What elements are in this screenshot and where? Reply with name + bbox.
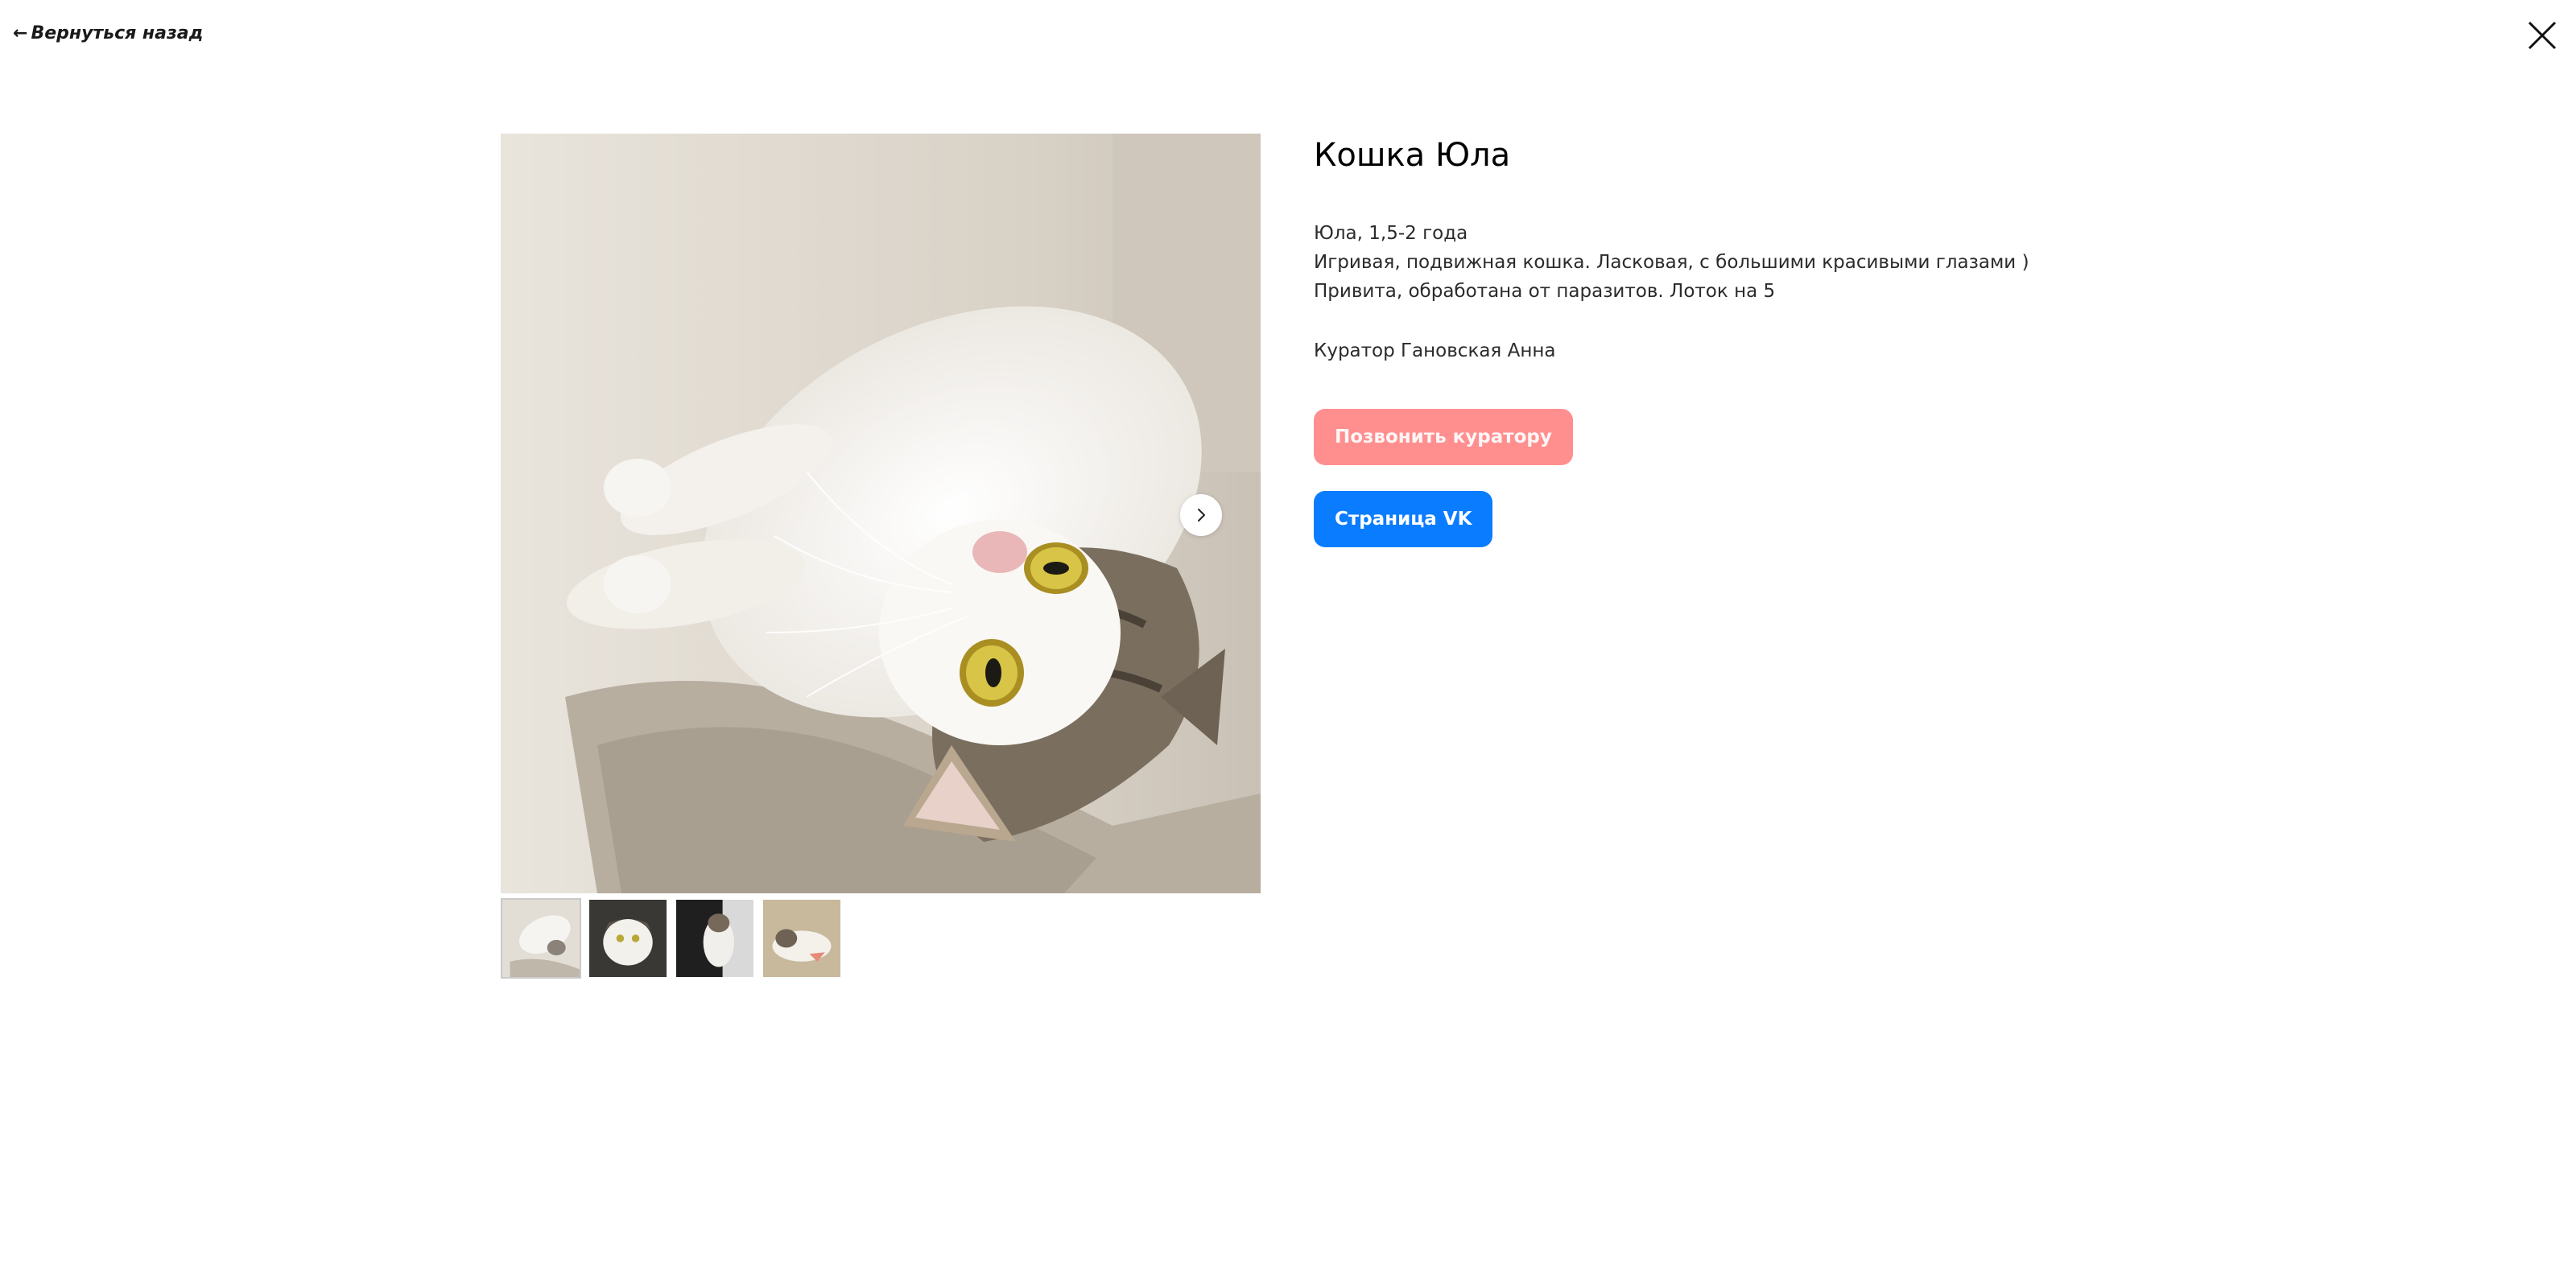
description-line: Привита, обработана от паразитов. Лоток … bbox=[1314, 281, 1776, 302]
main-photo bbox=[501, 134, 1261, 893]
thumbnail-image bbox=[589, 900, 667, 977]
vk-page-button[interactable]: Страница VK bbox=[1314, 491, 1493, 547]
thumbnail-strip bbox=[501, 898, 842, 979]
thumbnail-2[interactable] bbox=[588, 898, 668, 979]
thumbnail-image bbox=[763, 900, 840, 977]
pet-title: Кошка Юла bbox=[1314, 137, 1511, 174]
thumbnail-3[interactable] bbox=[675, 898, 755, 979]
thumbnail-image bbox=[502, 900, 580, 977]
description-line: Игривая, подвижная кошка. Ласковая, с бо… bbox=[1314, 252, 2029, 273]
chevron-right-icon bbox=[1198, 509, 1205, 522]
back-link[interactable]: ← Вернуться назад bbox=[13, 19, 203, 47]
thumbnail-1[interactable] bbox=[501, 898, 581, 979]
close-icon bbox=[2528, 21, 2557, 50]
pet-description: Юла, 1,5-2 года Игривая, подвижная кошка… bbox=[1314, 219, 2119, 306]
cat-photo bbox=[501, 134, 1261, 893]
call-curator-button[interactable]: Позвонить куратору bbox=[1314, 409, 1573, 465]
arrow-left-icon: ← bbox=[13, 23, 28, 43]
thumbnail-image bbox=[676, 900, 753, 977]
pet-info: Кошка Юла Юла, 1,5-2 года Игривая, подви… bbox=[1314, 134, 2119, 547]
curator-name: Куратор Гановская Анна bbox=[1314, 340, 1556, 361]
thumbnail-4[interactable] bbox=[762, 898, 842, 979]
description-line: Юла, 1,5-2 года bbox=[1314, 223, 1468, 244]
back-link-label: Вернуться назад bbox=[31, 23, 204, 43]
close-button[interactable] bbox=[2523, 16, 2562, 55]
next-photo-button[interactable] bbox=[1180, 494, 1222, 536]
photo-gallery bbox=[501, 134, 1261, 893]
